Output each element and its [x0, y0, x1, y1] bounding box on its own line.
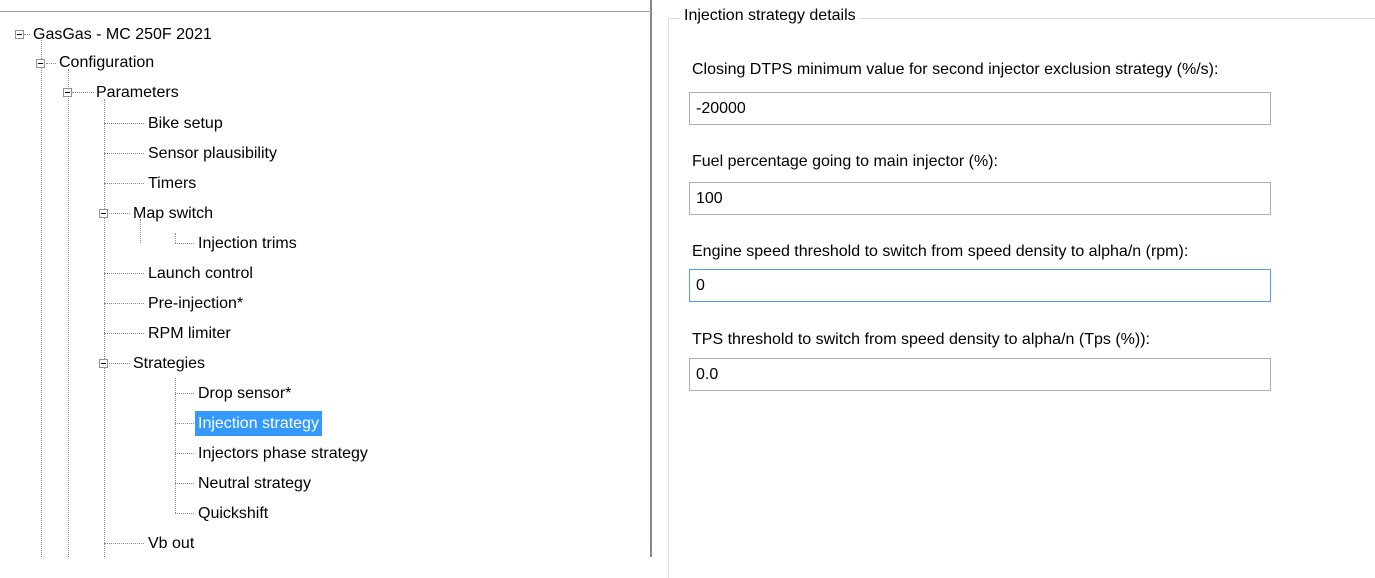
closing-dtps-label: Closing DTPS minimum value for second in…	[692, 61, 1219, 78]
tree-line	[104, 123, 144, 124]
engine-speed-threshold-label: Engine speed threshold to switch from sp…	[692, 243, 1189, 260]
tree-item-injection-trims[interactable]: Injection trims	[195, 231, 300, 256]
tree-line	[175, 513, 194, 514]
fuel-percentage-label: Fuel percentage going to main injector (…	[692, 153, 998, 170]
tree-line-configuration	[68, 69, 69, 557]
tree-item-neutral-strategy[interactable]: Neutral strategy	[195, 471, 314, 496]
group-title: Injection strategy details	[681, 6, 859, 26]
tree-line	[104, 333, 144, 334]
tree-item-drop-sensor[interactable]: Drop sensor*	[195, 381, 294, 406]
configuration-tree[interactable]: GasGas - MC 250F 2021 Configuration Para…	[0, 0, 652, 557]
tree-item-sensor-plausibility[interactable]: Sensor plausibility	[145, 141, 280, 166]
tps-threshold-label: TPS threshold to switch from speed densi…	[692, 331, 1150, 348]
collapse-root-icon[interactable]	[15, 30, 24, 39]
tree-line	[72, 92, 94, 93]
tree-item-injectors-phase-strategy[interactable]: Injectors phase strategy	[195, 441, 371, 466]
collapse-parameters-icon[interactable]	[63, 88, 72, 97]
tree-line	[175, 233, 176, 243]
tree-item-map-switch[interactable]: Map switch	[130, 201, 216, 226]
tree-line	[104, 153, 144, 154]
tree-item-quickshift[interactable]: Quickshift	[195, 501, 271, 526]
collapse-map-switch-icon[interactable]	[99, 209, 108, 218]
tree-item-rpm-limiter[interactable]: RPM limiter	[145, 321, 234, 346]
tree-item-injection-strategy[interactable]: Injection strategy	[195, 411, 322, 436]
collapse-configuration-icon[interactable]	[36, 59, 45, 68]
tps-threshold-input[interactable]	[689, 358, 1271, 391]
collapse-strategies-icon[interactable]	[99, 359, 108, 368]
tree-top-divider	[0, 11, 652, 12]
tree-item-strategies[interactable]: Strategies	[130, 351, 208, 376]
tree-item-root[interactable]: GasGas - MC 250F 2021	[30, 22, 215, 47]
tree-line-root	[41, 40, 42, 557]
tree-line	[175, 423, 194, 424]
tree-line	[46, 63, 56, 64]
fuel-percentage-input[interactable]	[689, 182, 1271, 215]
tree-line	[175, 483, 194, 484]
engine-speed-threshold-input[interactable]	[689, 269, 1271, 302]
closing-dtps-input[interactable]	[689, 92, 1271, 125]
tree-line	[104, 273, 144, 274]
tree-item-timers[interactable]: Timers	[145, 171, 199, 196]
tree-line	[175, 393, 194, 394]
tree-item-configuration[interactable]: Configuration	[56, 50, 157, 75]
tree-line	[104, 543, 144, 544]
tree-line	[175, 453, 194, 454]
tree-line	[104, 303, 144, 304]
tree-line-parameters	[104, 99, 105, 557]
tree-item-vb-out[interactable]: Vb out	[145, 531, 197, 556]
tree-item-parameters[interactable]: Parameters	[93, 80, 182, 105]
tree-line-strategies	[175, 378, 176, 513]
tree-line	[104, 183, 144, 184]
tree-item-launch-control[interactable]: Launch control	[145, 261, 256, 286]
tree-item-pre-injection[interactable]: Pre-injection*	[145, 291, 246, 316]
tree-line	[175, 243, 194, 244]
tree-item-bike-setup[interactable]: Bike setup	[145, 111, 226, 136]
